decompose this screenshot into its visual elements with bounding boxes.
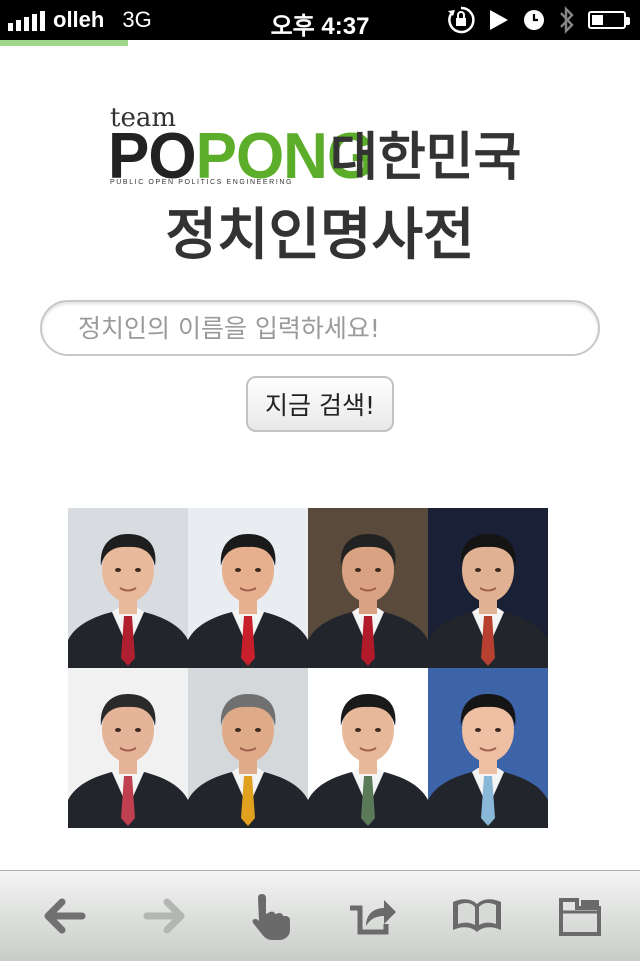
hand-pointer-icon	[252, 894, 290, 940]
browser-toolbar	[0, 870, 640, 961]
page-load-progress	[0, 40, 128, 46]
bluetooth-icon	[560, 6, 574, 34]
politician-portrait[interactable]	[428, 508, 548, 668]
status-right	[446, 5, 630, 35]
status-bar: olleh 3G 오후 4:37	[0, 0, 640, 40]
forward-icon	[143, 898, 185, 934]
politician-portrait[interactable]	[428, 668, 548, 828]
orientation-lock-icon	[448, 6, 475, 34]
back-icon	[44, 898, 86, 934]
portrait-image	[428, 668, 548, 828]
share-icon	[350, 900, 396, 935]
politician-portrait[interactable]	[308, 508, 428, 668]
portrait-image	[308, 508, 428, 668]
header: team POPONG PUBLIC OPEN POLITICS ENGINEE…	[0, 103, 640, 195]
battery-icon	[588, 11, 630, 29]
politician-portrait[interactable]	[188, 668, 308, 828]
search-button[interactable]: 지금 검색!	[246, 376, 394, 432]
portrait-image	[428, 508, 548, 668]
page-title-line1: 대한민국	[330, 128, 522, 188]
alarm-icon	[524, 10, 544, 30]
search-box	[40, 300, 600, 356]
page-title-line2: 정치인명사전	[165, 203, 475, 268]
tabs-icon	[559, 898, 601, 936]
logo-tagline: PUBLIC OPEN POLITICS ENGINEERING	[110, 179, 294, 186]
battery-level	[592, 15, 603, 25]
portrait-image	[188, 668, 308, 828]
politician-portrait[interactable]	[68, 668, 188, 828]
politician-portrait-grid	[68, 508, 548, 828]
popong-logo: team POPONG PUBLIC OPEN POLITICS ENGINEE…	[108, 103, 375, 193]
portrait-image	[68, 508, 188, 668]
play-icon	[490, 10, 508, 30]
search-input[interactable]	[42, 302, 598, 354]
portrait-image	[188, 508, 308, 668]
tabs-button[interactable]	[515, 871, 640, 961]
portrait-image	[308, 668, 428, 828]
portrait-image	[68, 668, 188, 828]
politician-portrait[interactable]	[188, 508, 308, 668]
politician-portrait[interactable]	[308, 668, 428, 828]
bookmarks-icon	[453, 899, 501, 932]
politician-portrait[interactable]	[68, 508, 188, 668]
